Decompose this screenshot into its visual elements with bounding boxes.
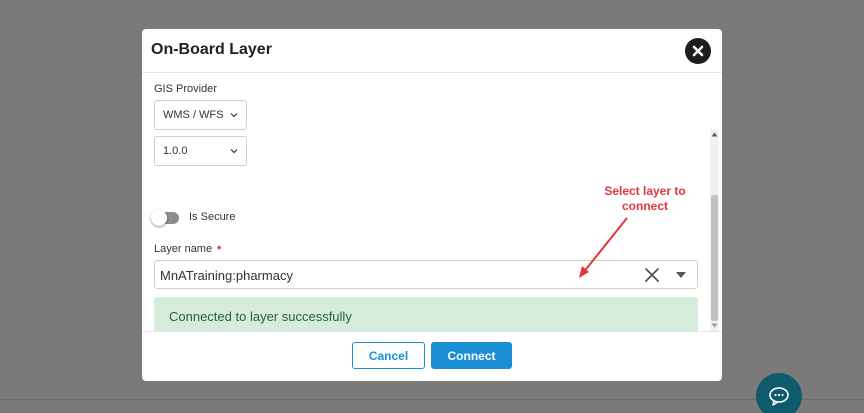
cancel-button[interactable]: Cancel xyxy=(352,342,425,369)
success-message: Connected to layer successfully xyxy=(169,309,352,324)
annotation-text: Select layer to connect xyxy=(590,184,700,214)
caret-down-icon[interactable] xyxy=(676,271,686,279)
scroll-up-icon[interactable] xyxy=(711,131,718,138)
scroll-down-icon[interactable] xyxy=(711,322,718,329)
gis-provider-select[interactable]: WMS / WFS xyxy=(154,100,247,130)
version-select-value: 1.0.0 xyxy=(163,145,188,157)
modal-header: On-Board Layer xyxy=(142,29,722,73)
chevron-down-icon xyxy=(230,149,238,154)
modal-scrollbar[interactable] xyxy=(710,129,719,331)
modal-title: On-Board Layer xyxy=(151,41,272,58)
is-secure-toggle[interactable] xyxy=(151,210,179,226)
version-select[interactable]: 1.0.0 xyxy=(154,136,247,166)
success-alert: Connected to layer successfully xyxy=(154,297,698,331)
chat-button[interactable] xyxy=(756,373,802,413)
on-board-layer-modal: On-Board Layer GIS Provider WMS / WFS 1.… xyxy=(142,29,722,381)
layer-name-value: MnATraining:pharmacy xyxy=(160,268,293,283)
chevron-down-icon xyxy=(230,113,238,118)
annotation-line-1: Select layer to xyxy=(604,184,686,198)
layer-name-label: Layer name xyxy=(154,243,213,255)
gis-provider-label: GIS Provider xyxy=(154,83,217,95)
modal-footer: Cancel Connect xyxy=(142,331,722,381)
close-icon xyxy=(692,45,704,57)
chat-bubble-icon xyxy=(769,387,789,406)
connect-button[interactable]: Connect xyxy=(431,342,512,369)
clear-x-icon[interactable] xyxy=(644,267,660,283)
toggle-knob xyxy=(151,210,167,226)
gis-provider-select-value: WMS / WFS xyxy=(163,109,224,121)
required-marker: * xyxy=(217,244,222,256)
close-button[interactable] xyxy=(685,38,711,64)
annotation-arrow-icon xyxy=(579,217,628,278)
is-secure-label: Is Secure xyxy=(189,211,236,223)
modal-body: GIS Provider WMS / WFS 1.0.0 Is Secure L… xyxy=(142,73,722,331)
page-divider xyxy=(0,399,864,400)
annotation-line-2: connect xyxy=(621,199,668,213)
scrollbar-thumb[interactable] xyxy=(711,195,718,321)
